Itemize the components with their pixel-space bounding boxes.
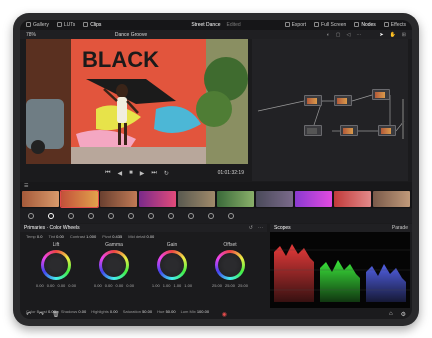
param-temp[interactable]: Temp 0.0 bbox=[26, 234, 42, 239]
loop-icon[interactable]: ↻ bbox=[164, 170, 169, 177]
clip-thumb[interactable] bbox=[178, 191, 215, 207]
clips-menu-icon[interactable]: ☰ bbox=[24, 183, 28, 189]
transport-controls: ⏮ ◀ ■ ▶ ⏭ ↻ 01:01:32:19 bbox=[26, 165, 248, 181]
clip-thumb[interactable] bbox=[139, 191, 176, 207]
node-01[interactable] bbox=[304, 95, 322, 106]
video-frame-image: BLACK bbox=[26, 39, 248, 164]
clip-thumb[interactable] bbox=[334, 191, 371, 207]
audio-icon[interactable]: ◁ bbox=[347, 32, 351, 38]
clip-thumb[interactable] bbox=[256, 191, 293, 207]
node-layout-icon[interactable]: ⊞ bbox=[402, 32, 406, 38]
play-icon[interactable]: ▶ bbox=[140, 170, 145, 177]
panel-title: Primaries · Color Wheels bbox=[24, 225, 80, 231]
settings-icon[interactable]: ⚙ bbox=[401, 311, 406, 318]
clip-thumb[interactable] bbox=[295, 191, 332, 207]
color-wheels: Lift 0.00 0.00 0.00 0.00 Gamma 0.00 0.00 0.00… bbox=[20, 242, 267, 306]
param-mid-detail[interactable]: Mid detail 0.00 bbox=[128, 234, 154, 239]
blur-icon[interactable] bbox=[148, 213, 154, 219]
ipad-frame: Gallery LUTs Clips Street Dance Edited E… bbox=[13, 13, 419, 326]
viewer-header: 78% Dance Groove ◐ ▢ ◁ ··· ➤ ✋ ⊞ bbox=[20, 30, 412, 39]
parade-scope bbox=[270, 232, 410, 308]
color-page-icon[interactable]: ◉ bbox=[222, 311, 227, 318]
jump-start-icon[interactable]: ⏮ bbox=[105, 170, 110, 177]
param-contrast[interactable]: Contrast 1.000 bbox=[70, 234, 96, 239]
color-match-icon[interactable] bbox=[48, 213, 54, 219]
resolve-screen: Gallery LUTs Clips Street Dance Edited E… bbox=[20, 20, 412, 319]
clip-title: Dance Groove bbox=[114, 31, 148, 38]
node-05[interactable] bbox=[340, 125, 358, 136]
clip-thumb[interactable] bbox=[60, 190, 99, 208]
gain-ring[interactable] bbox=[157, 250, 187, 280]
trash-icon[interactable]: 🗑 bbox=[52, 311, 60, 318]
reset-icon[interactable]: ↺ bbox=[249, 225, 253, 231]
project-status: Edited bbox=[226, 22, 241, 28]
node-connections bbox=[257, 94, 405, 132]
scope-mode-select[interactable]: Parade bbox=[392, 225, 408, 231]
clips-header: ☰ bbox=[20, 182, 412, 190]
param-pivot[interactable]: Pivot 0.435 bbox=[102, 234, 122, 239]
timecode: 01:01:32:19 bbox=[217, 170, 244, 176]
clip-thumb[interactable] bbox=[373, 191, 410, 207]
lift-ring[interactable] bbox=[41, 250, 71, 280]
scope-toggle-icon[interactable] bbox=[228, 213, 234, 219]
curves-icon[interactable] bbox=[68, 213, 74, 219]
node-04[interactable] bbox=[304, 125, 322, 136]
hand-tool-icon[interactable]: ✋ bbox=[390, 32, 396, 38]
offset-wheel[interactable]: Offset 25.00 25.00 25.00 bbox=[202, 242, 258, 288]
bottom-bar: ↶ ↷ 🗑 ◉ ⌂ ⚙ bbox=[20, 309, 412, 319]
window-icon[interactable] bbox=[108, 213, 114, 219]
color-wheels-header: Primaries · Color Wheels ↺ ··· bbox=[20, 224, 267, 232]
gamma-ring[interactable] bbox=[99, 250, 129, 280]
redo-icon[interactable]: ↷ bbox=[39, 311, 44, 318]
node-02[interactable] bbox=[334, 95, 352, 106]
sizing-icon[interactable] bbox=[188, 213, 194, 219]
camera-raw-icon[interactable] bbox=[28, 213, 34, 219]
clip-thumb[interactable] bbox=[217, 191, 254, 207]
top-toolbar: Gallery LUTs Clips Street Dance Edited E… bbox=[20, 20, 412, 30]
jump-end-icon[interactable]: ⏭ bbox=[151, 170, 156, 177]
mural-text: BLACK bbox=[82, 47, 159, 72]
offset-ring[interactable] bbox=[215, 250, 245, 280]
reverse-icon[interactable]: ◀ bbox=[118, 170, 123, 177]
node-scrollbar[interactable] bbox=[402, 99, 404, 139]
wipe-icon[interactable]: ▢ bbox=[336, 32, 341, 38]
project-title: Street Dance bbox=[191, 22, 221, 28]
clip-thumb[interactable] bbox=[100, 191, 137, 207]
home-icon[interactable]: ⌂ bbox=[389, 311, 393, 317]
qualifier-icon[interactable] bbox=[88, 213, 94, 219]
3d-icon[interactable] bbox=[208, 213, 214, 219]
top-params: Temp 0.0 Tint 0.00 Contrast 1.000 Pivot … bbox=[20, 232, 267, 240]
more-options-icon[interactable]: ··· bbox=[258, 225, 263, 231]
undo-icon[interactable]: ↶ bbox=[26, 311, 31, 318]
pointer-tool-icon[interactable]: ➤ bbox=[379, 32, 383, 38]
more-icon[interactable]: ··· bbox=[356, 32, 361, 38]
parade-waveform bbox=[270, 244, 410, 302]
node-graph[interactable] bbox=[252, 39, 408, 181]
clip-thumb[interactable] bbox=[22, 191, 59, 207]
scopes-header: Scopes Parade bbox=[270, 224, 412, 232]
palette-toolbar bbox=[20, 209, 412, 223]
param-tint[interactable]: Tint 0.00 bbox=[48, 234, 63, 239]
node-03[interactable] bbox=[372, 89, 390, 100]
clips-strip[interactable] bbox=[20, 190, 412, 208]
lift-wheel[interactable]: Lift 0.00 0.00 0.00 0.00 bbox=[28, 242, 84, 288]
node-06[interactable] bbox=[378, 125, 396, 136]
video-viewer[interactable]: BLACK bbox=[26, 39, 248, 164]
key-icon[interactable] bbox=[168, 213, 174, 219]
viewer-mode-icon[interactable]: ◐ bbox=[327, 32, 330, 38]
scopes-title: Scopes bbox=[274, 225, 291, 231]
tracker-icon[interactable] bbox=[128, 213, 134, 219]
gain-wheel[interactable]: Gain 1.00 1.00 1.00 1.00 bbox=[144, 242, 200, 288]
gamma-wheel[interactable]: Gamma 0.00 0.00 0.00 0.00 bbox=[86, 242, 142, 288]
stop-icon[interactable]: ■ bbox=[129, 170, 133, 176]
